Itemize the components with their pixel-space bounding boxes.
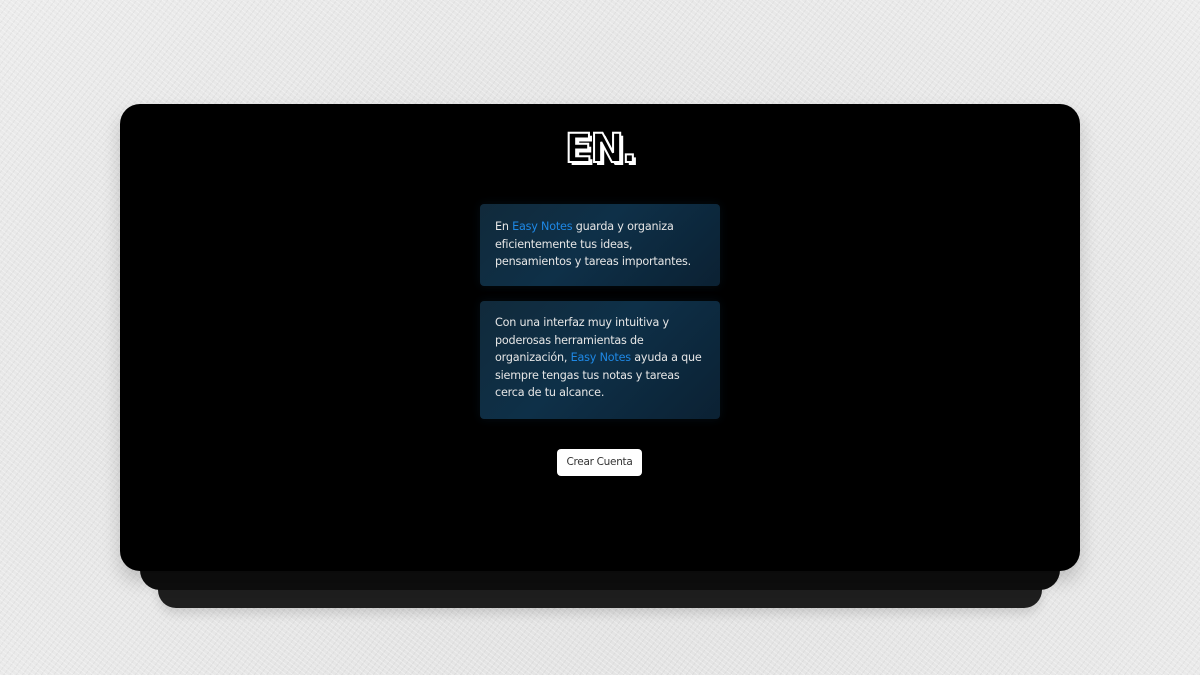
app-logo: EN.	[564, 125, 638, 173]
card-text-prefix: En	[495, 220, 513, 233]
brand-name-highlight: Easy Notes	[512, 220, 573, 233]
device-screen: EN. En Easy Notes guarda y organiza efic…	[120, 104, 1080, 571]
brand-name-highlight: Easy Notes	[570, 351, 631, 364]
info-card-intro: En Easy Notes guarda y organiza eficient…	[480, 204, 720, 286]
create-account-button[interactable]: Crear Cuenta	[557, 449, 642, 476]
info-card-features: Con una interfaz muy intuitiva y poderos…	[480, 301, 720, 419]
